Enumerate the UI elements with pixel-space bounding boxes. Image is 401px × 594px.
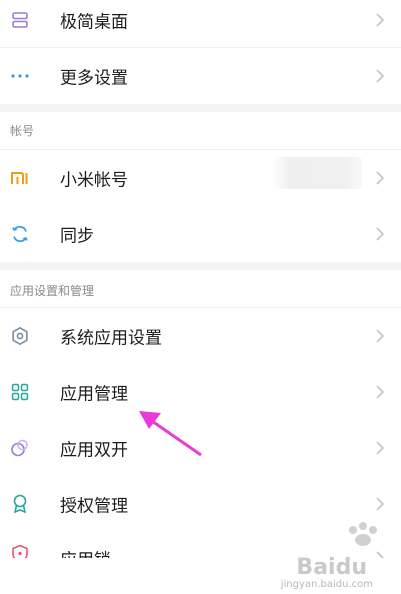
chevron-right-icon: [376, 497, 385, 511]
grid-icon: [10, 382, 30, 402]
chevron-right-icon: [376, 385, 385, 399]
row-label: 应用双开: [60, 440, 128, 461]
mi-logo-icon: [10, 168, 30, 188]
chevron-right-icon: [376, 227, 385, 241]
row-label: 应用管理: [60, 384, 128, 405]
settings-page: 极简桌面 更多设置 帐号 小米帐号 同步 应用设置和管理 系统应用设置 应用管理…: [0, 0, 401, 594]
chevron-right-icon: [376, 441, 385, 455]
more-dots-icon: [10, 66, 30, 86]
row-label: 小米帐号: [60, 170, 128, 191]
row-system-app-settings[interactable]: 系统应用设置: [0, 308, 401, 364]
row-label: 系统应用设置: [60, 328, 162, 349]
watermark-url: jingyan.baidu.com: [280, 579, 373, 590]
row-label: 应用锁: [60, 546, 111, 559]
chevron-right-icon: [376, 329, 385, 343]
chevron-right-icon: [376, 69, 385, 83]
section-title-apps: 应用设置和管理: [10, 284, 95, 298]
row-label: 极简桌面: [60, 12, 128, 33]
ribbon-icon: [10, 494, 30, 514]
row-more-settings[interactable]: 更多设置: [0, 48, 401, 104]
chevron-right-icon: [376, 13, 385, 27]
sync-icon: [10, 224, 30, 244]
gear-icon: [10, 326, 30, 346]
section-title-account: 帐号: [10, 124, 35, 138]
shield-icon: [10, 544, 30, 558]
watermark-brand: Baidu: [296, 555, 367, 580]
annotation-arrow-icon: [139, 411, 202, 457]
chevron-right-icon: [376, 171, 385, 185]
section-gap: [0, 262, 401, 270]
row-label: 授权管理: [60, 496, 128, 517]
dual-circle-icon: [10, 438, 30, 458]
row-label: 同步: [60, 226, 94, 247]
row-minimal-desktop[interactable]: 极简桌面: [0, 0, 401, 48]
stack-icon: [10, 10, 30, 30]
section-gap: [0, 104, 401, 112]
account-value-blurred: [272, 157, 362, 189]
row-label: 更多设置: [60, 68, 128, 89]
row-sync[interactable]: 同步: [0, 206, 401, 262]
